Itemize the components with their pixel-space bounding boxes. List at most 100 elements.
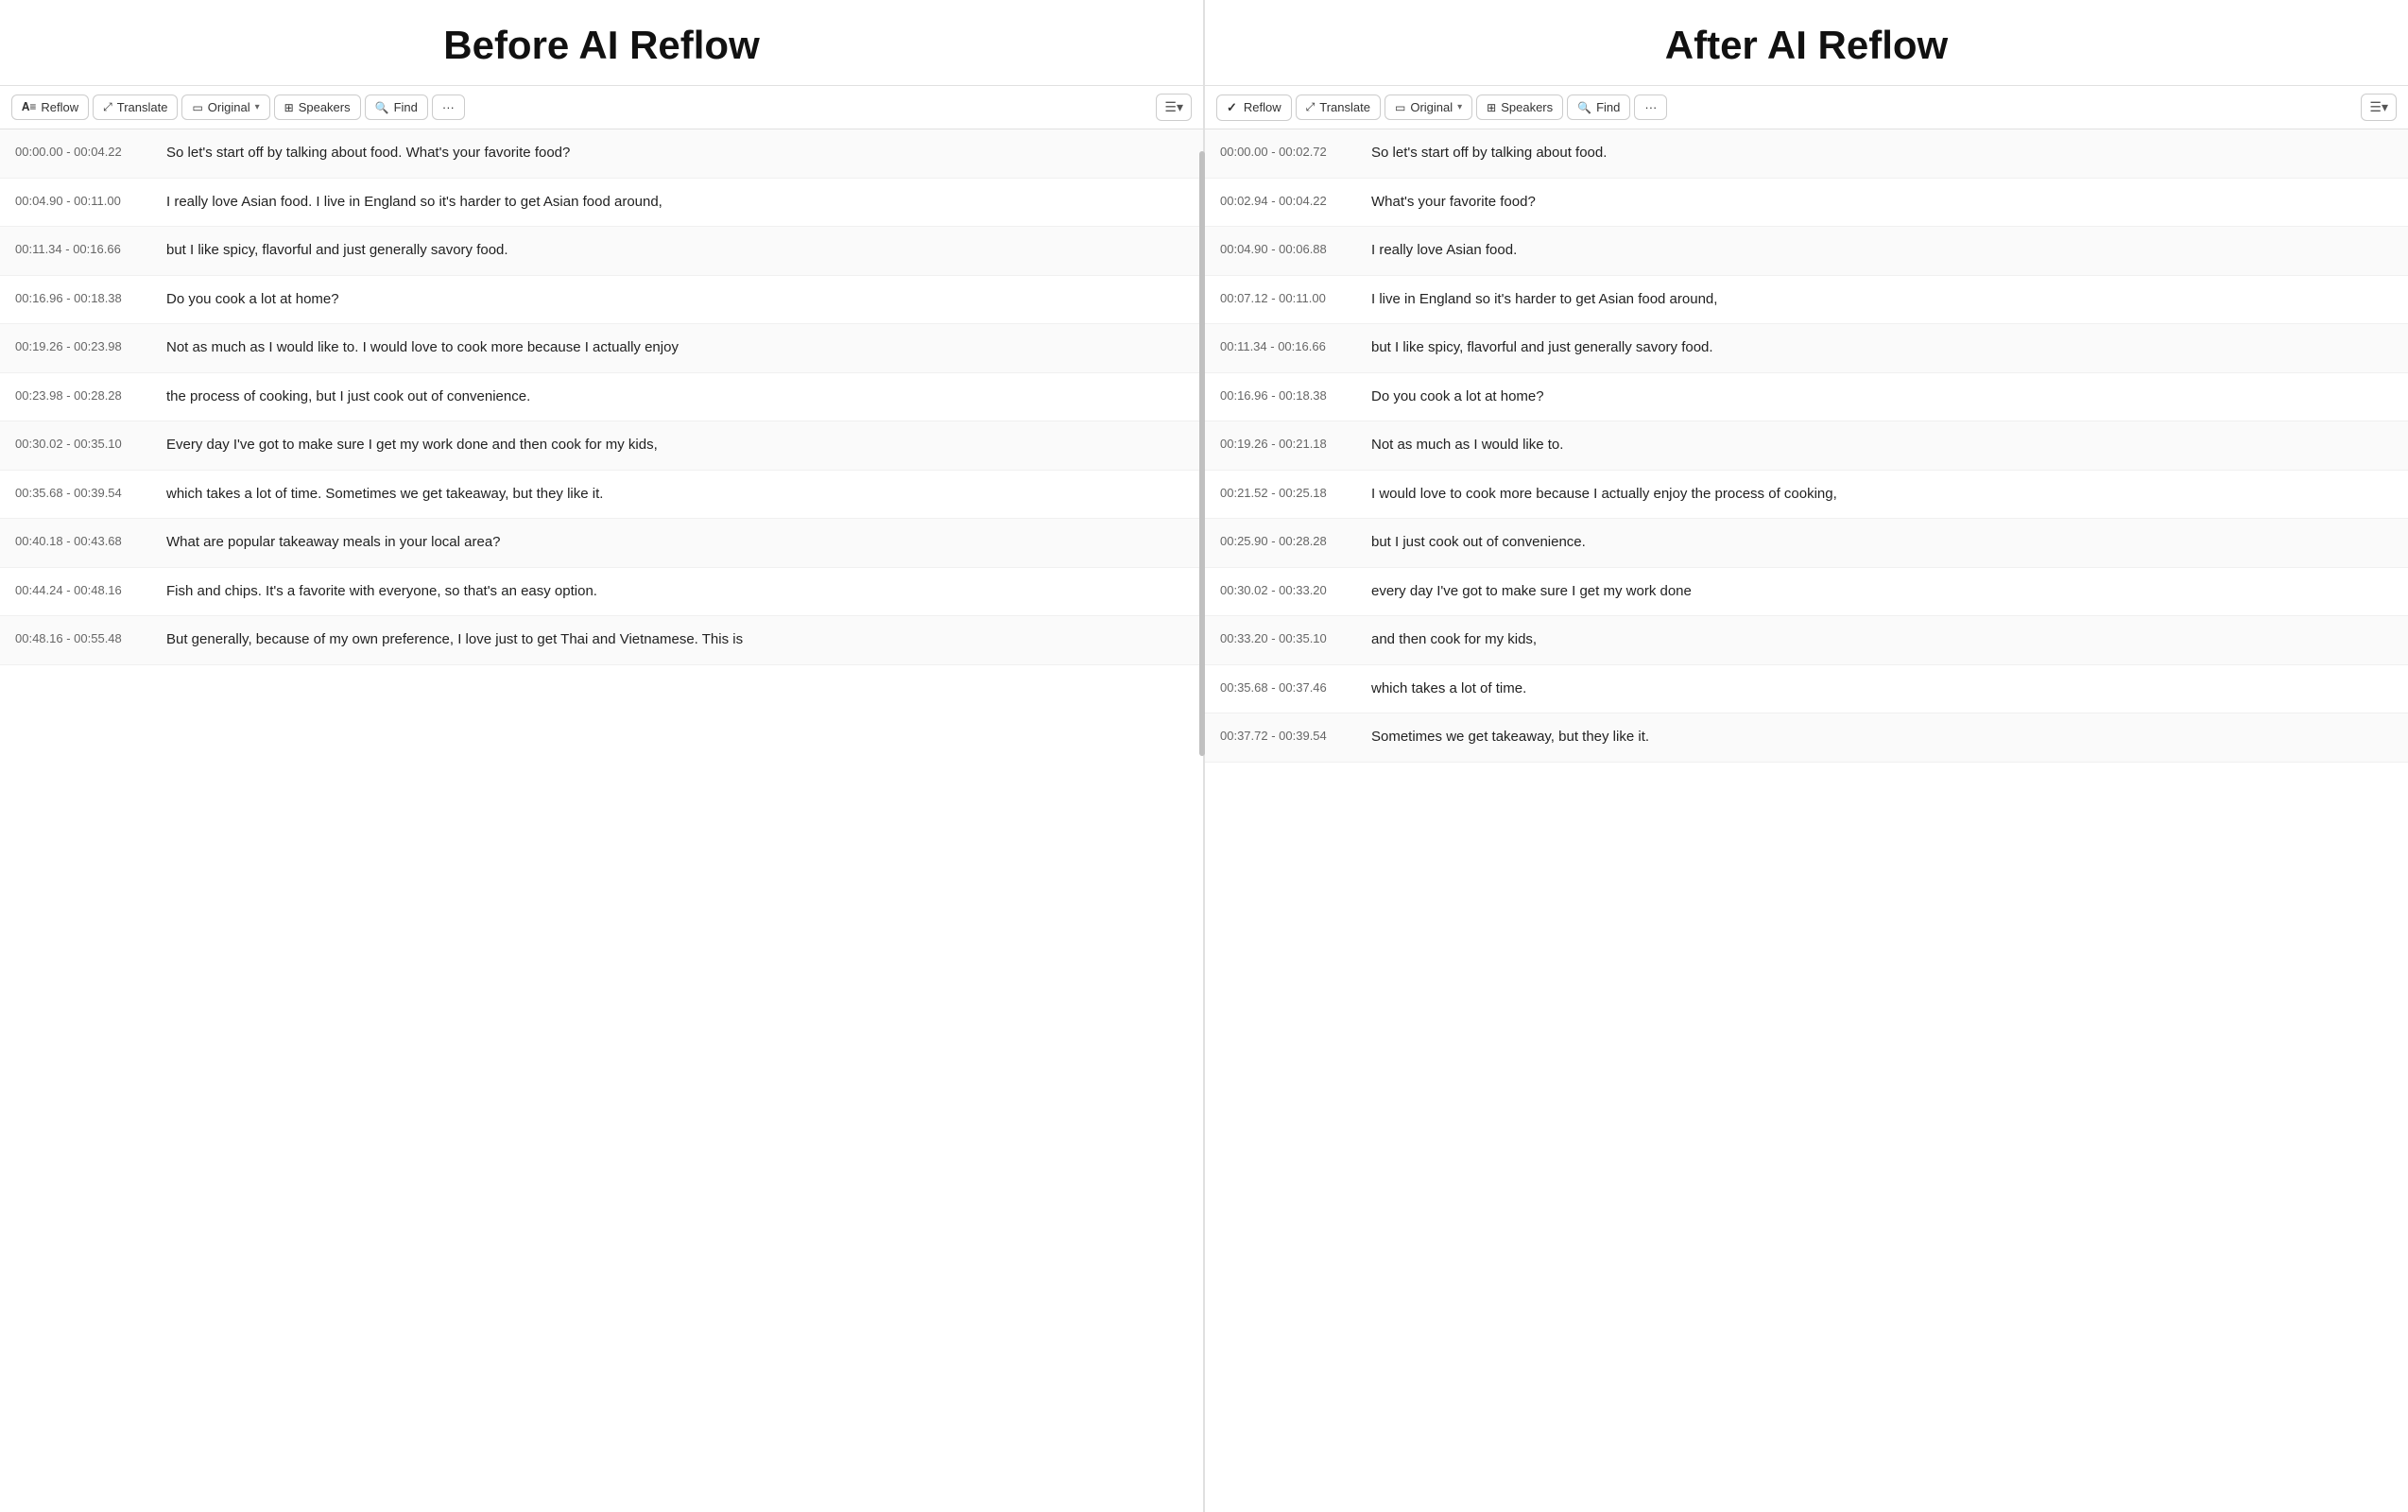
before-translate-btn[interactable]: ⤢ Translate [93,94,178,120]
timestamp: 00:04.90 - 00:11.00 [15,192,147,208]
timestamp: 00:19.26 - 00:23.98 [15,337,147,353]
transcript-text: but I like spicy, flavorful and just gen… [166,240,1188,262]
after-toolbar-right: ☰▾ [2361,94,2397,121]
table-row: 00:11.34 - 00:16.66 but I like spicy, fl… [0,227,1203,276]
before-find-btn[interactable]: 🔍 Find [365,94,428,120]
timestamp: 00:11.34 - 00:16.66 [1220,337,1352,353]
speakers-icon: ⊞ [284,101,294,114]
find-icon: 🔍 [1577,101,1591,114]
after-speakers-btn[interactable]: ⊞ Speakers [1476,94,1563,120]
before-transcript-area[interactable]: 00:00.00 - 00:04.22 So let's start off b… [0,129,1203,1512]
table-row: 00:44.24 - 00:48.16 Fish and chips. It's… [0,568,1203,617]
table-row: 00:04.90 - 00:06.88 I really love Asian … [1205,227,2408,276]
transcript-text: which takes a lot of time. Sometimes we … [166,484,1188,506]
timestamp: 00:04.90 - 00:06.88 [1220,240,1352,256]
timestamp: 00:00.00 - 00:02.72 [1220,143,1352,159]
table-row: 00:00.00 - 00:04.22 So let's start off b… [0,129,1203,179]
after-original-btn[interactable]: ▭ Original ▾ [1385,94,1472,120]
transcript-text: I really love Asian food. [1371,240,2393,262]
before-more-btn[interactable]: ··· [432,94,465,120]
after-title: After AI Reflow [1205,0,2408,85]
transcript-text: Not as much as I would like to. [1371,435,2393,456]
transcript-text: Sometimes we get takeaway, but they like… [1371,727,2393,748]
transcript-text: What's your favorite food? [1371,192,2393,214]
timestamp: 00:30.02 - 00:33.20 [1220,581,1352,597]
after-transcript-area[interactable]: 00:00.00 - 00:02.72 So let's start off b… [1205,129,2408,1512]
before-layout-btn[interactable]: ☰▾ [1156,94,1192,121]
table-row: 00:25.90 - 00:28.28 but I just cook out … [1205,519,2408,568]
table-row: 00:40.18 - 00:43.68 What are popular tak… [0,519,1203,568]
transcript-text: So let's start off by talking about food… [166,143,1188,164]
after-more-btn[interactable]: ··· [1634,94,1667,120]
table-row: 00:19.26 - 00:23.98 Not as much as I wou… [0,324,1203,373]
transcript-text: But generally, because of my own prefere… [166,629,1188,651]
reflow-check-icon: ✓ [1227,100,1237,115]
transcript-text: Not as much as I would like to. I would … [166,337,1188,359]
timestamp: 00:33.20 - 00:35.10 [1220,629,1352,645]
table-row: 00:19.26 - 00:21.18 Not as much as I wou… [1205,421,2408,471]
transcript-text: Fish and chips. It's a favorite with eve… [166,581,1188,603]
table-row: 00:35.68 - 00:37.46 which takes a lot of… [1205,665,2408,714]
after-layout-btn[interactable]: ☰▾ [2361,94,2397,121]
table-row: 00:35.68 - 00:39.54 which takes a lot of… [0,471,1203,520]
before-original-btn[interactable]: ▭ Original ▾ [181,94,269,120]
after-translate-btn[interactable]: ⤢ Translate [1296,94,1381,120]
timestamp: 00:07.12 - 00:11.00 [1220,289,1352,305]
timestamp: 00:00.00 - 00:04.22 [15,143,147,159]
timestamp: 00:19.26 - 00:21.18 [1220,435,1352,451]
speakers-icon: ⊞ [1487,101,1496,114]
main-container: Before AI Reflow 𝐀≡ Reflow ⤢ Translate ▭… [0,0,2408,1512]
table-row: 00:48.16 - 00:55.48 But generally, becau… [0,616,1203,665]
table-row: 00:37.72 - 00:39.54 Sometimes we get tak… [1205,713,2408,763]
table-row: 00:23.98 - 00:28.28 the process of cooki… [0,373,1203,422]
table-row: 00:30.02 - 00:35.10 Every day I've got t… [0,421,1203,471]
table-row: 00:02.94 - 00:04.22 What's your favorite… [1205,179,2408,228]
table-row: 00:33.20 - 00:35.10 and then cook for my… [1205,616,2408,665]
original-dropdown-icon: ▾ [255,102,260,112]
timestamp: 00:30.02 - 00:35.10 [15,435,147,451]
timestamp: 00:48.16 - 00:55.48 [15,629,147,645]
table-row: 00:04.90 - 00:11.00 I really love Asian … [0,179,1203,228]
transcript-text: Every day I've got to make sure I get my… [166,435,1188,456]
timestamp: 00:40.18 - 00:43.68 [15,532,147,548]
after-toolbar: ✓ Reflow ⤢ Translate ▭ Original ▾ ⊞ Spea… [1205,85,2408,129]
timestamp: 00:25.90 - 00:28.28 [1220,532,1352,548]
before-speakers-btn[interactable]: ⊞ Speakers [274,94,361,120]
table-row: 00:07.12 - 00:11.00 I live in England so… [1205,276,2408,325]
transcript-text: every day I've got to make sure I get my… [1371,581,2393,603]
after-reflow-btn[interactable]: ✓ Reflow [1216,94,1292,121]
transcript-text: which takes a lot of time. [1371,679,2393,700]
before-toolbar-right: ☰▾ [1156,94,1192,121]
original-icon: ▭ [1395,101,1405,114]
table-row: 00:16.96 - 00:18.38 Do you cook a lot at… [1205,373,2408,422]
timestamp: 00:35.68 - 00:37.46 [1220,679,1352,695]
before-reflow-btn[interactable]: 𝐀≡ Reflow [11,94,89,120]
timestamp: 00:21.52 - 00:25.18 [1220,484,1352,500]
reflow-icon: 𝐀≡ [22,100,36,114]
before-panel: Before AI Reflow 𝐀≡ Reflow ⤢ Translate ▭… [0,0,1203,1512]
timestamp: 00:37.72 - 00:39.54 [1220,727,1352,743]
after-find-btn[interactable]: 🔍 Find [1567,94,1630,120]
transcript-text: I would love to cook more because I actu… [1371,484,2393,506]
timestamp: 00:44.24 - 00:48.16 [15,581,147,597]
timestamp: 00:02.94 - 00:04.22 [1220,192,1352,208]
after-panel: After AI Reflow ✓ Reflow ⤢ Translate ▭ O… [1205,0,2408,1512]
transcript-text: I really love Asian food. I live in Engl… [166,192,1188,214]
transcript-text: Do you cook a lot at home? [166,289,1188,311]
original-icon: ▭ [192,101,202,114]
timestamp: 00:11.34 - 00:16.66 [15,240,147,256]
table-row: 00:11.34 - 00:16.66 but I like spicy, fl… [1205,324,2408,373]
transcript-text: I live in England so it's harder to get … [1371,289,2393,311]
transcript-text: and then cook for my kids, [1371,629,2393,651]
transcript-text: Do you cook a lot at home? [1371,387,2393,408]
table-row: 00:16.96 - 00:18.38 Do you cook a lot at… [0,276,1203,325]
translate-icon: ⤢ [1306,100,1316,114]
transcript-text: What are popular takeaway meals in your … [166,532,1188,554]
timestamp: 00:23.98 - 00:28.28 [15,387,147,403]
transcript-text: but I like spicy, flavorful and just gen… [1371,337,2393,359]
original-dropdown-icon: ▾ [1457,102,1462,112]
table-row: 00:21.52 - 00:25.18 I would love to cook… [1205,471,2408,520]
timestamp: 00:16.96 - 00:18.38 [15,289,147,305]
transcript-text: So let's start off by talking about food… [1371,143,2393,164]
transcript-text: but I just cook out of convenience. [1371,532,2393,554]
